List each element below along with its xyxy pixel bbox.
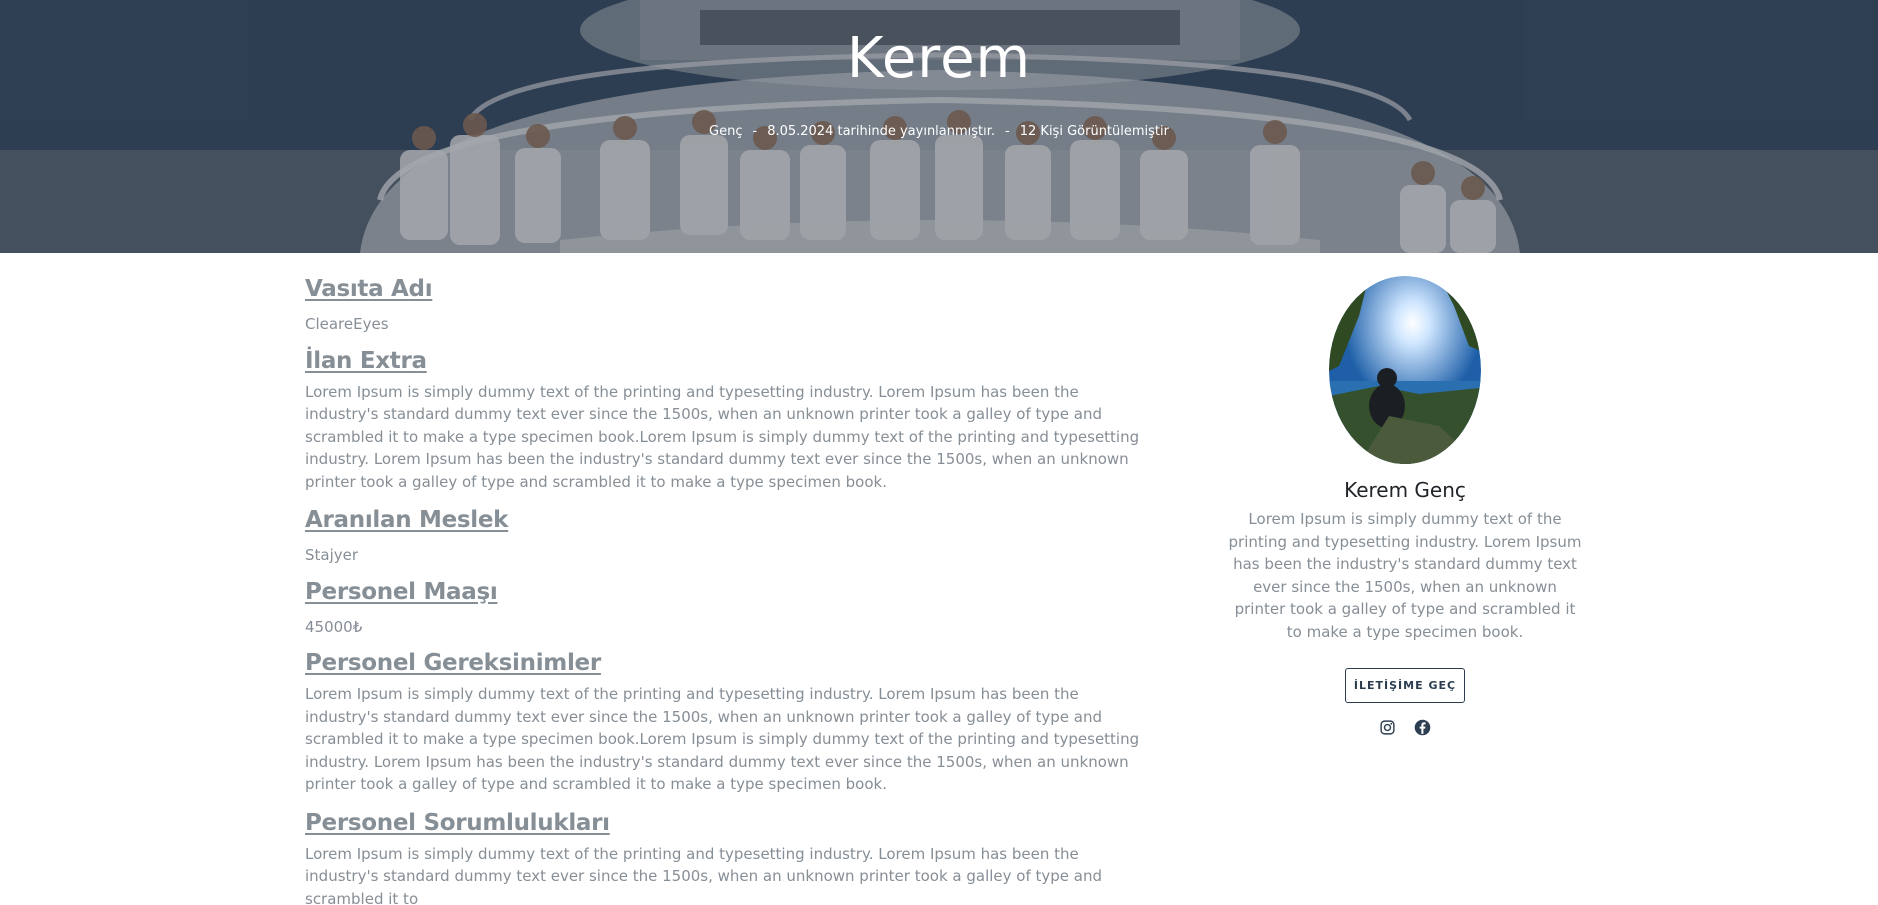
section-requirements: Personel Gereksinimler Lorem Ipsum is si…: [305, 650, 1145, 796]
section-title[interactable]: Aranılan Meslek: [305, 507, 1145, 533]
post-meta: Genç -8.05.2024 tarihinde yayınlanmıştır.…: [0, 124, 1878, 139]
section-body: Lorem Ipsum is simply dummy text of the …: [305, 844, 1103, 905]
view-count: 12 Kişi Görüntülemiştir: [1019, 124, 1169, 139]
publish-date: 8.05.2024 tarihinde yayınlanmıştır.: [767, 124, 996, 139]
instagram-icon[interactable]: [1379, 719, 1396, 736]
section-listing-extra: İlan Extra Lorem Ipsum is simply dummy t…: [305, 348, 1145, 494]
section-title[interactable]: Personel Gereksinimler: [305, 650, 1145, 676]
section-title[interactable]: Personel Sorumlulukları: [305, 810, 1145, 836]
hero-banner: Kerem Genç -8.05.2024 tarihinde yayınlanm…: [0, 0, 1878, 253]
page-title: Kerem: [846, 26, 1032, 91]
section-body: 45000₺: [305, 617, 363, 636]
section-title[interactable]: İlan Extra: [305, 348, 1145, 374]
section-salary: Personel Maaşı 45000₺: [305, 579, 1145, 639]
section-body: Lorem Ipsum is simply dummy text of the …: [305, 382, 1140, 491]
contact-button[interactable]: İLETİŞİME GEÇ: [1344, 667, 1466, 703]
author-name: Genç: [709, 124, 743, 139]
section-wanted-job: Aranılan Meslek Stajyer: [305, 507, 1145, 567]
author-card: Kerem Genç Lorem Ipsum is simply dummy t…: [1228, 276, 1582, 736]
section-body: Lorem Ipsum is simply dummy text of the …: [305, 685, 1140, 793]
section-title[interactable]: Personel Maaşı: [305, 579, 1145, 605]
author-full-name: Kerem Genç: [1344, 478, 1466, 502]
avatar: [1329, 276, 1481, 464]
facebook-icon[interactable]: [1414, 719, 1431, 736]
social-links: [1228, 719, 1582, 736]
section-title[interactable]: Vasıta Adı: [305, 276, 1145, 302]
section-vehicle-name: Vasıta Adı CleareEyes: [305, 276, 1145, 336]
section-responsibilities: Personel Sorumlulukları Lorem Ipsum is s…: [305, 810, 1145, 905]
section-body: Stajyer: [305, 546, 359, 564]
section-body: CleareEyes: [305, 315, 389, 333]
meta-separator: -: [1005, 124, 1010, 139]
listing-details: Vasıta Adı CleareEyes İlan Extra Lorem I…: [305, 276, 1145, 905]
meta-separator: -: [752, 124, 758, 139]
author-bio: Lorem Ipsum is simply dummy text of the …: [1228, 510, 1582, 641]
